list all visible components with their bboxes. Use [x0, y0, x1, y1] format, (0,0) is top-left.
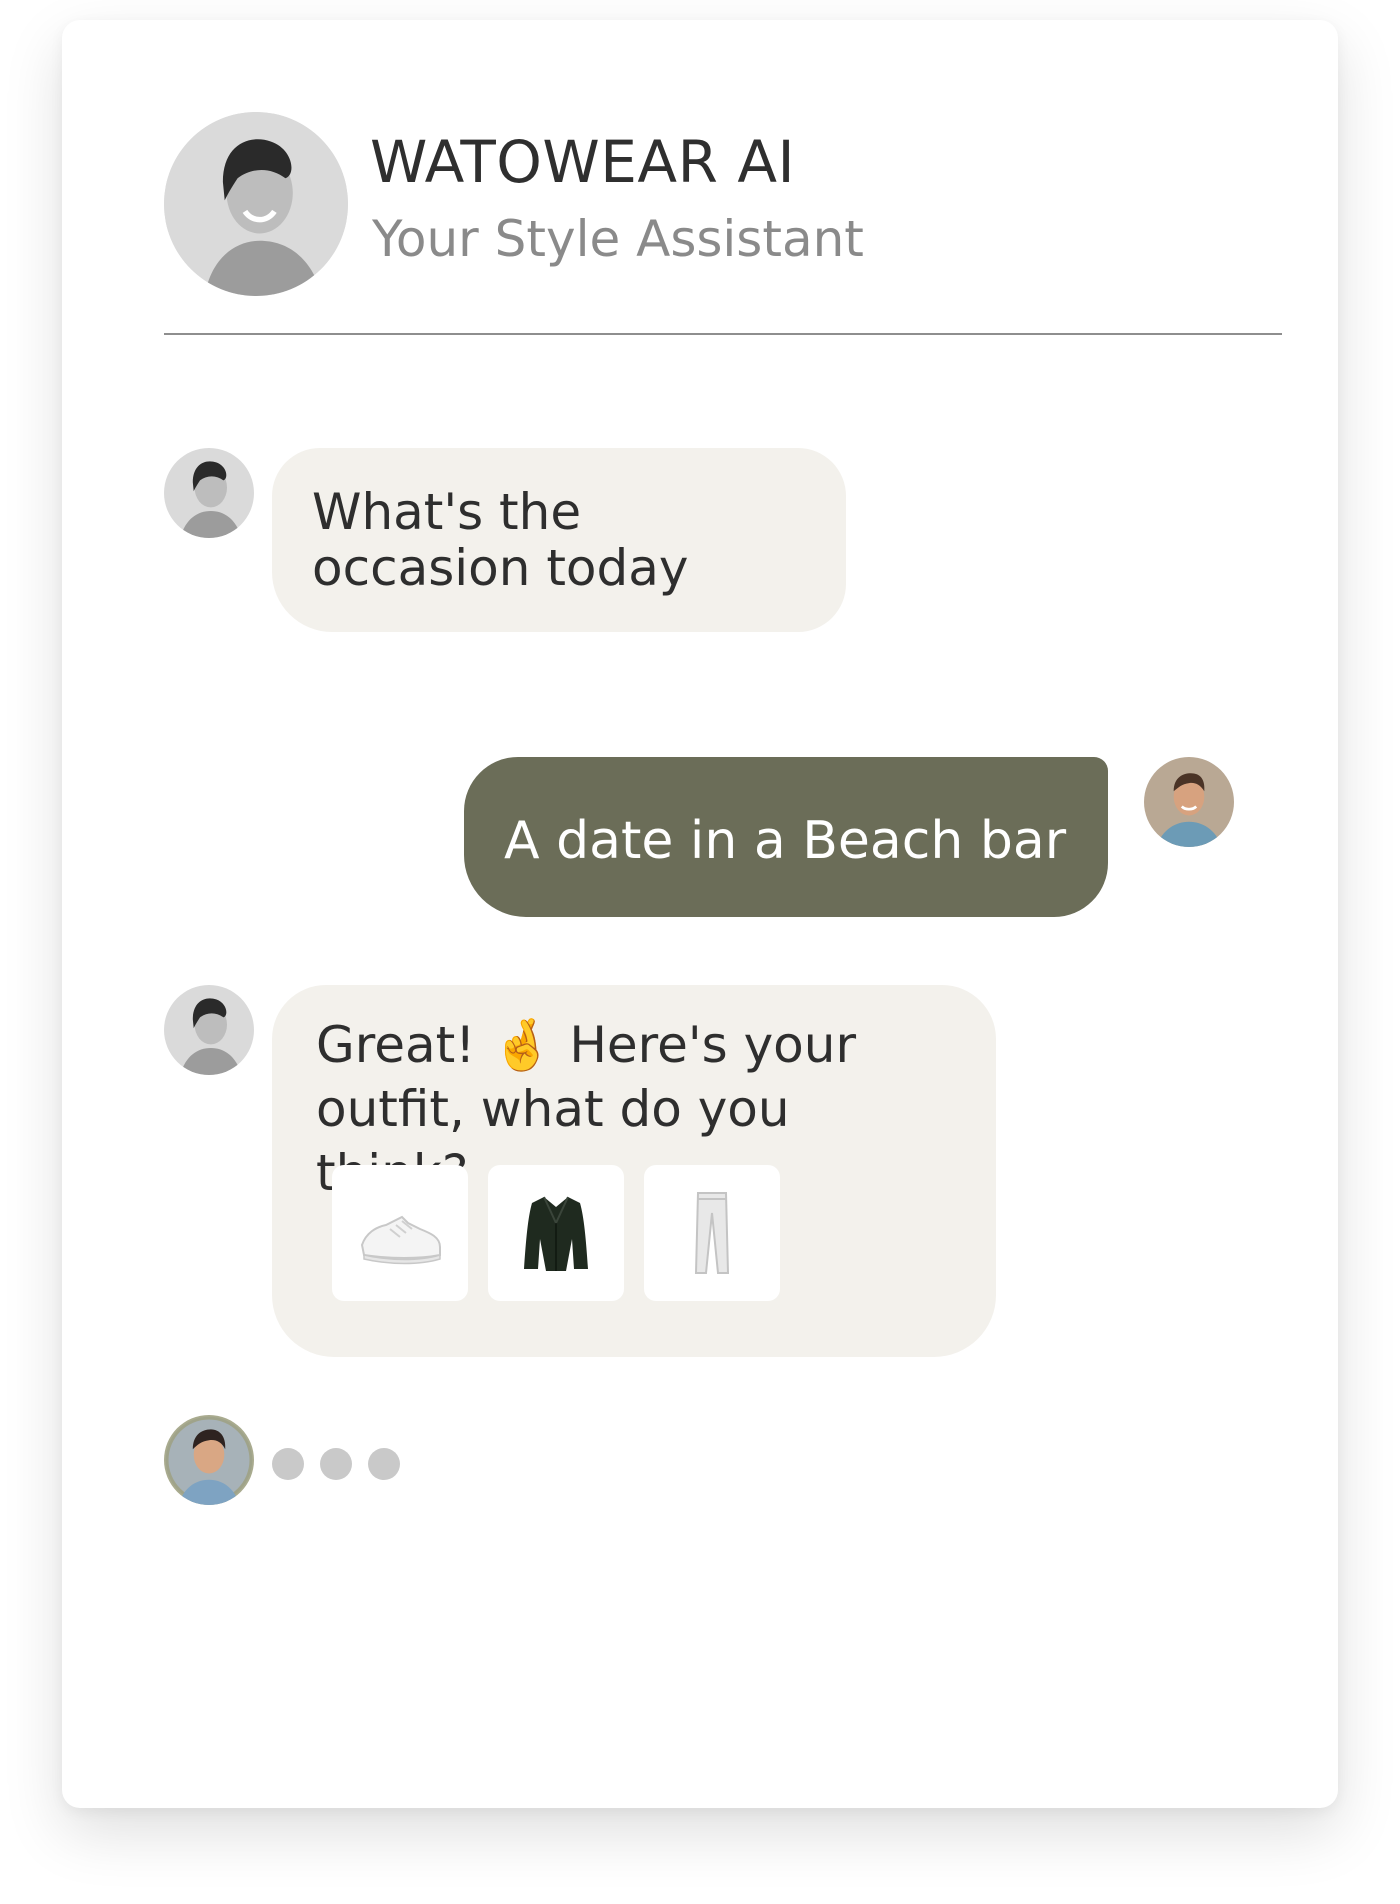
blazer-icon — [524, 1196, 588, 1271]
typing-dot — [368, 1448, 400, 1480]
page-subtitle: Your Style Assistant — [372, 210, 864, 268]
header-divider — [164, 333, 1282, 335]
assistant-avatar — [164, 448, 254, 538]
assistant-portrait-icon — [164, 112, 348, 296]
user-portrait-icon — [1144, 757, 1234, 847]
page-title: WATOWEAR AI — [370, 128, 796, 196]
message-text: A date in a Beach bar — [504, 811, 1067, 871]
outfit-item-trousers[interactable] — [644, 1165, 780, 1301]
typing-indicator — [272, 1448, 400, 1480]
message-text-start: Great! — [316, 1016, 492, 1074]
typing-dot — [272, 1448, 304, 1480]
assistant-message-outfit: Great! 🤞 Here's your outfit, what do you… — [272, 985, 996, 1357]
crossed-fingers-icon: 🤞 — [491, 1016, 554, 1074]
user-avatar — [1144, 757, 1234, 847]
assistant-avatar — [164, 985, 254, 1075]
user-portrait-icon — [165, 1416, 253, 1505]
sneakers-icon — [360, 1215, 441, 1265]
trousers-icon — [694, 1192, 730, 1274]
outfit-item-sneakers[interactable] — [332, 1165, 468, 1301]
user-avatar-typing — [164, 1415, 254, 1505]
outfit-item-blazer[interactable] — [488, 1165, 624, 1301]
assistant-avatar-large — [164, 112, 348, 296]
typing-dot — [320, 1448, 352, 1480]
assistant-message: What's the occasion today — [272, 448, 846, 632]
message-text: What's the occasion today — [312, 483, 689, 597]
user-message: A date in a Beach bar — [464, 757, 1108, 917]
outfit-items — [332, 1165, 780, 1301]
assistant-portrait-icon — [164, 448, 254, 538]
assistant-portrait-icon — [164, 985, 254, 1075]
